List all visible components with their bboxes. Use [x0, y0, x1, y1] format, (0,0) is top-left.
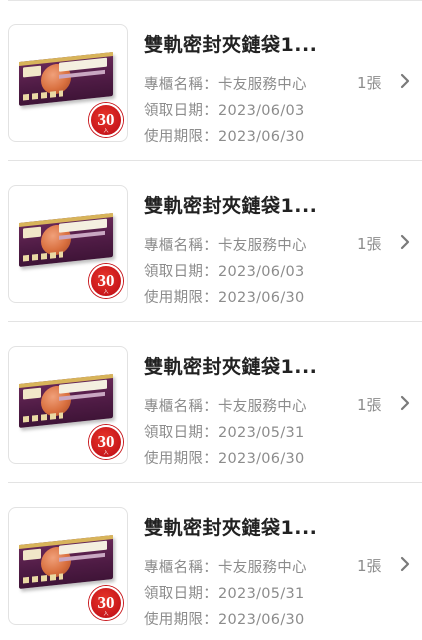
quantity-label: 1張 — [357, 235, 382, 253]
badge-number: 30 — [97, 271, 115, 290]
badge-unit: 入 — [103, 128, 109, 134]
coupon-row[interactable]: 30 入 雙軌密封夾鏈袋1... 專櫃名稱：卡友服務中心 領取日期：2023/0… — [0, 483, 422, 640]
chevron-right-icon[interactable] — [398, 73, 412, 89]
product-box-image — [19, 535, 113, 589]
claim-date: 領取日期：2023/05/31 — [144, 425, 305, 441]
product-box-image — [19, 374, 113, 428]
count-badge: 30 入 — [89, 264, 123, 298]
claim-date: 領取日期：2023/06/03 — [144, 264, 305, 280]
expiry-date: 使用期限：2023/06/30 — [144, 290, 305, 306]
quantity-label: 1張 — [357, 396, 382, 414]
quantity-label: 1張 — [357, 557, 382, 575]
store-name: 專櫃名稱：卡友服務中心 — [144, 399, 307, 415]
product-thumbnail: 30 入 — [8, 346, 128, 464]
product-box-image — [19, 52, 113, 106]
badge-unit: 入 — [103, 611, 109, 617]
product-box-image — [19, 213, 113, 267]
coupon-name: 雙軌密封夾鏈袋1... — [144, 34, 318, 56]
product-thumbnail: 30 入 — [8, 185, 128, 303]
store-name: 專櫃名稱：卡友服務中心 — [144, 238, 307, 254]
store-name: 專櫃名稱：卡友服務中心 — [144, 560, 307, 576]
badge-unit: 入 — [103, 289, 109, 295]
expiry-date: 使用期限：2023/06/30 — [144, 129, 305, 145]
expiry-date: 使用期限：2023/06/30 — [144, 612, 305, 628]
product-thumbnail: 30 入 — [8, 507, 128, 625]
coupon-name: 雙軌密封夾鏈袋1... — [144, 195, 318, 217]
coupon-row[interactable]: 30 入 雙軌密封夾鏈袋1... 專櫃名稱：卡友服務中心 領取日期：2023/0… — [0, 322, 422, 483]
coupon-name: 雙軌密封夾鏈袋1... — [144, 356, 318, 378]
coupon-name: 雙軌密封夾鏈袋1... — [144, 517, 318, 539]
badge-number: 30 — [97, 432, 115, 451]
product-thumbnail: 30 入 — [8, 24, 128, 142]
quantity-label: 1張 — [357, 74, 382, 92]
count-badge: 30 入 — [89, 586, 123, 620]
count-badge: 30 入 — [89, 425, 123, 459]
store-name: 專櫃名稱：卡友服務中心 — [144, 77, 307, 93]
badge-unit: 入 — [103, 450, 109, 456]
claim-date: 領取日期：2023/06/03 — [144, 103, 305, 119]
chevron-right-icon[interactable] — [398, 556, 412, 572]
coupon-row[interactable]: 30 入 雙軌密封夾鏈袋1... 專櫃名稱：卡友服務中心 領取日期：2023/0… — [0, 161, 422, 322]
badge-number: 30 — [97, 110, 115, 129]
coupon-row[interactable]: 30 入 雙軌密封夾鏈袋1... 專櫃名稱：卡友服務中心 領取日期：2023/0… — [0, 0, 422, 161]
badge-number: 30 — [97, 593, 115, 612]
expiry-date: 使用期限：2023/06/30 — [144, 451, 305, 467]
chevron-right-icon[interactable] — [398, 234, 412, 250]
claim-date: 領取日期：2023/05/31 — [144, 586, 305, 602]
chevron-right-icon[interactable] — [398, 395, 412, 411]
count-badge: 30 入 — [89, 103, 123, 137]
